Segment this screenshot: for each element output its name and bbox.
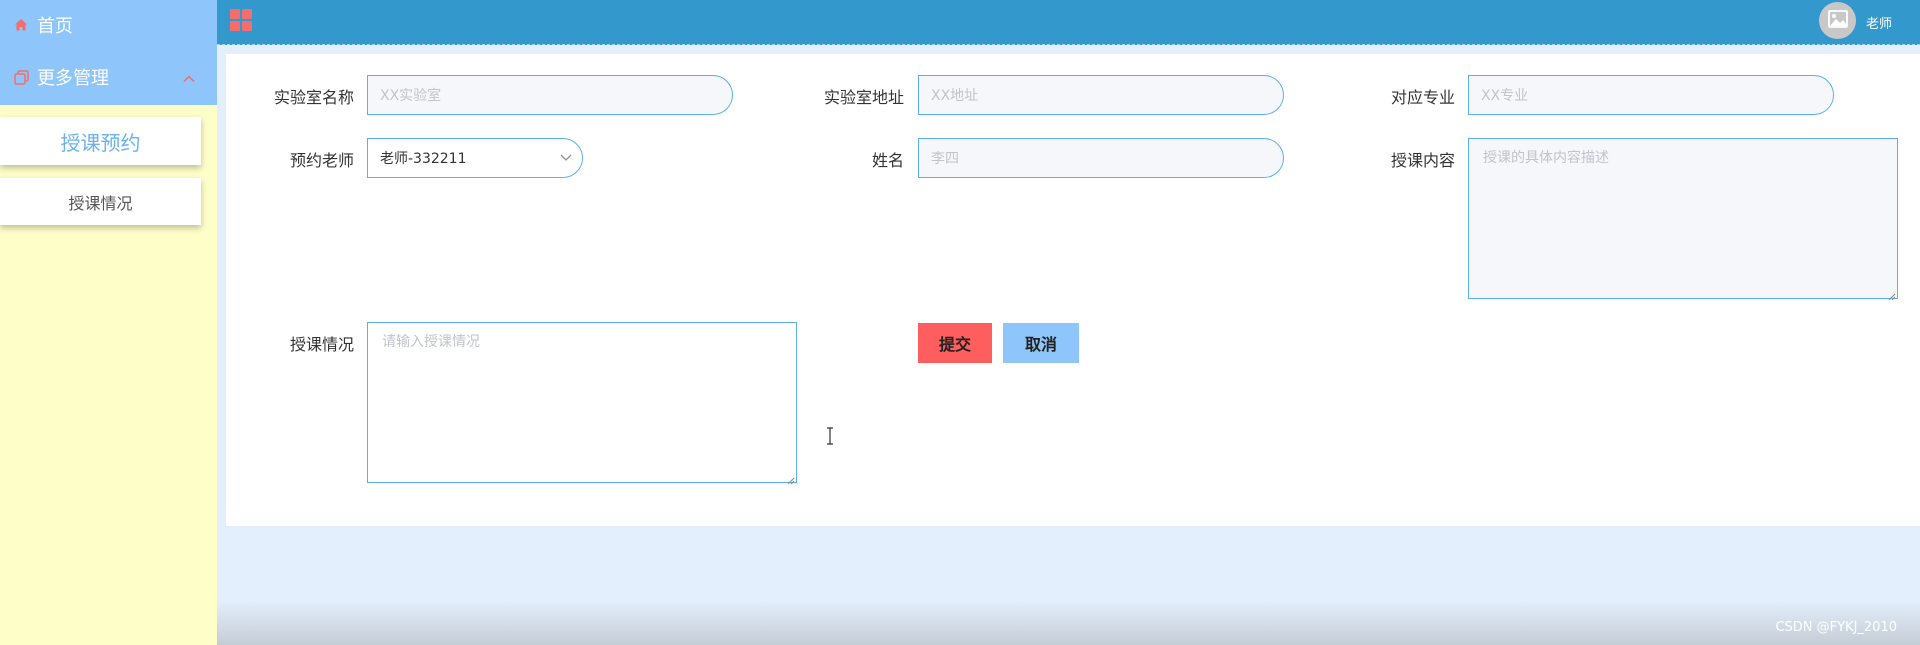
teacher-select[interactable]: 老师-332211 [367, 138, 583, 178]
name-placeholder: 李四 [931, 151, 959, 167]
content-label: 授课内容 [1391, 151, 1456, 170]
watermark-text: CSDN @FYKJ_2010 [1775, 620, 1897, 635]
major-placeholder: XX专业 [1481, 88, 1529, 104]
cancel-button[interactable]: 取消 [1003, 323, 1079, 363]
text-cursor-icon [825, 427, 835, 445]
status-label: 授课情况 [290, 335, 355, 354]
lab-address-label: 实验室地址 [824, 88, 905, 107]
image-icon [1827, 9, 1848, 32]
grid-icon[interactable] [230, 9, 252, 31]
teacher-select-value: 老师-332211 [380, 151, 467, 167]
major-input[interactable]: XX专业 [1468, 75, 1834, 115]
lab-address-input[interactable]: XX地址 [918, 75, 1284, 115]
menu-item-home[interactable]: 首页 [0, 0, 217, 49]
resize-handle-icon[interactable] [1888, 289, 1896, 301]
sidebar-item-booking[interactable]: 授课预约 [0, 117, 201, 165]
booking-form-panel: 实验室名称 XX实验室 实验室地址 XX地址 对应专业 XX专业 预约老师 老师… [226, 54, 1920, 526]
lab-name-label: 实验室名称 [274, 88, 355, 107]
lab-name-input[interactable]: XX实验室 [367, 75, 733, 115]
sidebar-item-status[interactable]: 授课情况 [0, 178, 201, 225]
content-placeholder: 授课的具体内容描述 [1483, 150, 1609, 166]
submit-button[interactable]: 提交 [918, 323, 992, 363]
sidebar: 首页 更多管理 授课预约 授课情况 [0, 0, 217, 645]
menu-item-home-label: 首页 [37, 15, 73, 37]
home-icon [13, 17, 29, 33]
status-placeholder: 请输入授课情况 [382, 334, 480, 350]
chevron-down-icon [560, 150, 572, 166]
name-label: 姓名 [872, 151, 905, 170]
status-textarea[interactable]: 请输入授课情况 [367, 322, 797, 485]
content-textarea[interactable]: 授课的具体内容描述 [1468, 138, 1898, 301]
lab-address-placeholder: XX地址 [931, 88, 979, 104]
sidebar-item-status-label: 授课情况 [68, 193, 133, 213]
teacher-label: 预约老师 [290, 151, 355, 170]
top-header: 老师 [217, 0, 1920, 45]
name-input[interactable]: 李四 [918, 138, 1284, 178]
copy-icon [13, 69, 29, 85]
menu-item-more-label: 更多管理 [37, 68, 109, 89]
chevron-up-icon[interactable] [183, 67, 195, 88]
user-name[interactable]: 老师 [1866, 13, 1892, 32]
bottom-strip [217, 600, 1920, 645]
lab-name-placeholder: XX实验室 [380, 88, 442, 104]
sidebar-item-booking-label: 授课预约 [60, 130, 141, 155]
avatar[interactable] [1819, 2, 1856, 39]
resize-handle-icon[interactable] [787, 473, 795, 485]
major-label: 对应专业 [1391, 88, 1456, 107]
menu-item-more-management[interactable]: 更多管理 [0, 49, 217, 105]
